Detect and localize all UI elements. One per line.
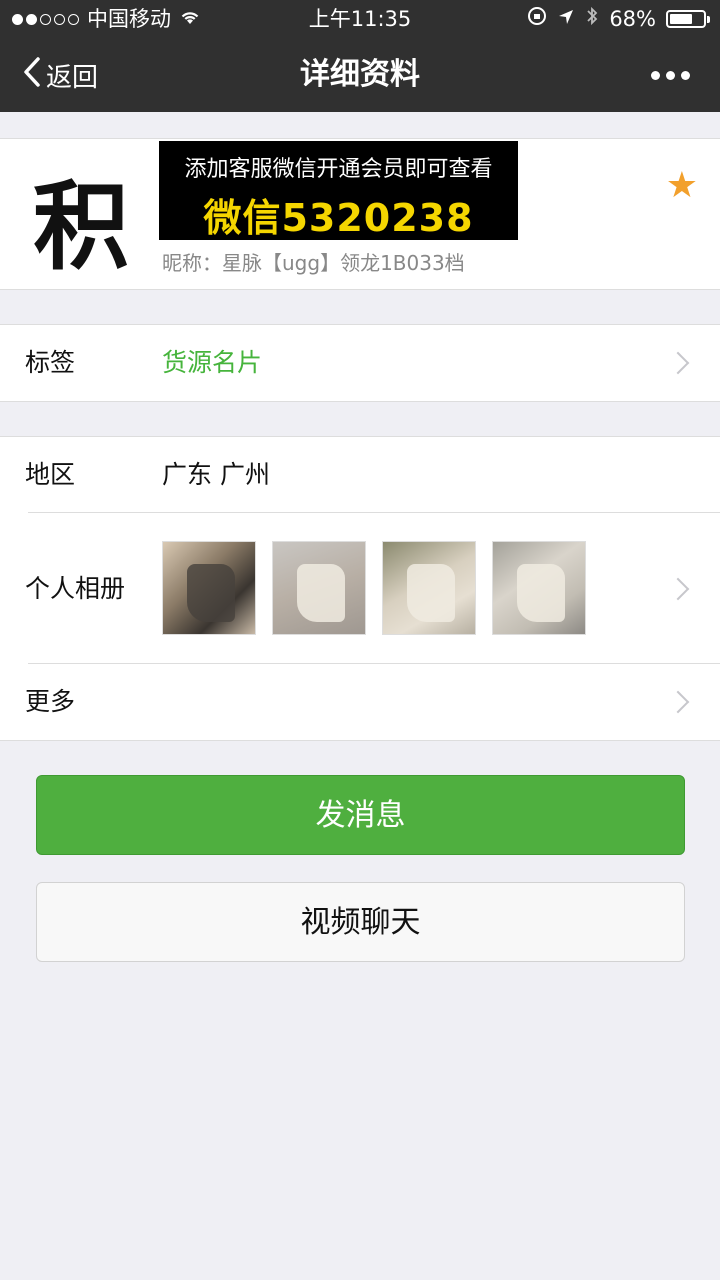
chevron-right-icon (666, 351, 690, 375)
region-row: 地区 广东 广州 (0, 437, 720, 513)
more-label: 更多 (25, 687, 76, 716)
tag-row[interactable]: 标签 货源名片 (0, 325, 720, 401)
tag-value: 货源名片 (162, 348, 263, 377)
region-value: 广东 广州 (162, 460, 270, 489)
rotation-lock-icon (527, 0, 547, 38)
region-label: 地区 (25, 460, 76, 489)
chevron-right-icon (666, 577, 690, 600)
album-thumbnails (162, 541, 586, 635)
bluetooth-icon (585, 0, 599, 38)
nickname: 昵称：星脉【ugg】领龙1B033档 (162, 251, 465, 275)
promo-banner: 添加客服微信开通会员即可查看 微信5320238 (159, 141, 518, 240)
video-chat-button[interactable]: 视频聊天 (36, 882, 685, 962)
tag-group: 标签 货源名片 (0, 324, 720, 402)
album-photo (492, 541, 586, 635)
status-bar: 中国移动 上午11:35 68% (0, 0, 720, 38)
tag-label: 标签 (25, 348, 76, 377)
more-dot (681, 70, 690, 80)
more-dot (651, 70, 660, 80)
avatar[interactable]: 积 (22, 159, 140, 283)
album-row[interactable]: 个人相册 (0, 513, 720, 664)
more-row[interactable]: 更多 (0, 664, 720, 740)
send-message-button[interactable]: 发消息 (36, 775, 685, 855)
chevron-right-icon (666, 690, 690, 714)
top-bar: 中国移动 上午11:35 68% 返回 详细资料 (0, 0, 720, 112)
promo-line-1: 添加客服微信开通会员即可查看 (184, 157, 493, 182)
location-icon (557, 0, 575, 38)
album-photo (272, 541, 366, 635)
album-photo (162, 541, 256, 635)
info-group: 地区 广东 广州 个人相册 更多 (0, 436, 720, 741)
navigation-bar: 返回 详细资料 (0, 38, 720, 112)
star-icon[interactable]: ★ (666, 165, 698, 206)
page-title: 详细资料 (300, 57, 420, 92)
promo-line-2: 微信5320238 (203, 196, 474, 240)
profile-header: 积 添加客服微信开通会员即可查看 微信5320238 昵称：星脉【ugg】领龙1… (0, 138, 720, 290)
more-dot (666, 70, 675, 80)
status-right: 68% (527, 0, 710, 38)
album-label: 个人相册 (25, 574, 126, 603)
more-options-button[interactable] (651, 38, 690, 112)
battery-icon (666, 10, 710, 28)
battery-percent: 68% (609, 7, 656, 31)
album-photo (382, 541, 476, 635)
